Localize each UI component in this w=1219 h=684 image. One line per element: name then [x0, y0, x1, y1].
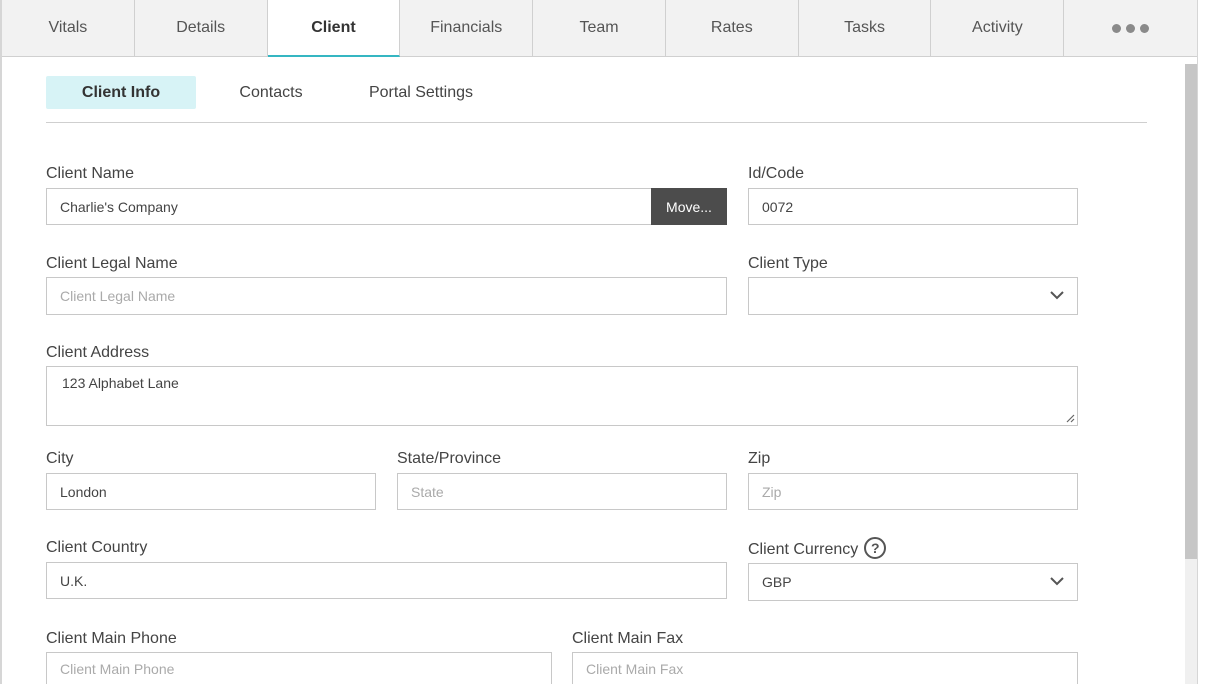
- scrollbar-thumb[interactable]: [1185, 64, 1197, 559]
- tab-rates[interactable]: Rates: [666, 0, 799, 56]
- help-icon[interactable]: ?: [864, 537, 887, 559]
- id-code-label: Id/Code: [748, 165, 805, 182]
- state-input[interactable]: State: [397, 473, 727, 510]
- city-value: London: [60, 483, 107, 500]
- tab-vitals[interactable]: Vitals: [2, 0, 135, 56]
- state-label: State/Province: [397, 450, 502, 467]
- currency-label: Client Currency: [748, 541, 859, 559]
- client-type-label: Client Type: [748, 255, 828, 272]
- client-name-value: Charlie's Company: [60, 198, 178, 215]
- address-label: Client Address: [46, 344, 150, 361]
- currency-select[interactable]: GBP: [748, 563, 1078, 601]
- tab-activity[interactable]: Activity: [931, 0, 1065, 56]
- move-button[interactable]: Move...: [651, 188, 727, 225]
- currency-value: GBP: [762, 574, 792, 590]
- legal-name-placeholder: Client Legal Name: [60, 288, 176, 304]
- currency-label-row: Client Currency?: [748, 537, 887, 561]
- legal-name-label: Client Legal Name: [46, 255, 178, 272]
- address-textarea[interactable]: 123 Alphabet Lane: [46, 366, 1078, 426]
- client-name-input[interactable]: Charlie's Company Move...: [46, 188, 727, 225]
- subtab-client-info[interactable]: Client Info: [46, 76, 196, 109]
- id-code-value: 0072: [762, 198, 794, 215]
- main-phone-input[interactable]: Client Main Phone: [46, 652, 552, 684]
- subtab-contacts[interactable]: Contacts: [226, 76, 316, 109]
- tab-more[interactable]: [1064, 0, 1197, 56]
- city-label: City: [46, 450, 74, 467]
- tab-client[interactable]: Client: [267, 0, 401, 57]
- legal-name-input[interactable]: Client Legal Name: [46, 277, 727, 315]
- id-code-input[interactable]: 0072: [748, 188, 1078, 225]
- main-fax-placeholder: Client Main Fax: [586, 660, 684, 677]
- zip-input[interactable]: Zip: [748, 473, 1078, 510]
- tab-team[interactable]: Team: [533, 0, 666, 56]
- vertical-scrollbar[interactable]: [1185, 64, 1197, 684]
- tab-details[interactable]: Details: [135, 0, 268, 56]
- zip-placeholder: Zip: [762, 483, 782, 500]
- city-input[interactable]: London: [46, 473, 376, 510]
- main-fax-input[interactable]: Client Main Fax: [572, 652, 1078, 684]
- client-type-select[interactable]: [748, 277, 1078, 315]
- country-label: Client Country: [46, 539, 148, 556]
- country-input[interactable]: U.K.: [46, 562, 727, 599]
- chevron-down-icon: [1050, 577, 1064, 586]
- state-placeholder: State: [411, 483, 444, 500]
- resize-handle-icon[interactable]: [1065, 413, 1075, 423]
- address-value: 123 Alphabet Lane: [62, 375, 179, 391]
- main-phone-placeholder: Client Main Phone: [60, 660, 175, 677]
- country-value: U.K.: [60, 572, 88, 589]
- main-tab-bar: Vitals Details Client Financials Team Ra…: [2, 0, 1197, 57]
- tab-tasks[interactable]: Tasks: [799, 0, 932, 56]
- zip-label: Zip: [748, 450, 771, 467]
- sub-tab-bar: Client Info Contacts Portal Settings: [46, 76, 1147, 123]
- chevron-down-icon: [1050, 291, 1064, 300]
- main-fax-label: Client Main Fax: [572, 630, 684, 647]
- main-phone-label: Client Main Phone: [46, 630, 177, 647]
- more-dots-icon: [1112, 23, 1150, 33]
- client-name-label: Client Name: [46, 165, 135, 182]
- tab-financials[interactable]: Financials: [400, 0, 534, 56]
- subtab-portal-settings[interactable]: Portal Settings: [356, 76, 486, 109]
